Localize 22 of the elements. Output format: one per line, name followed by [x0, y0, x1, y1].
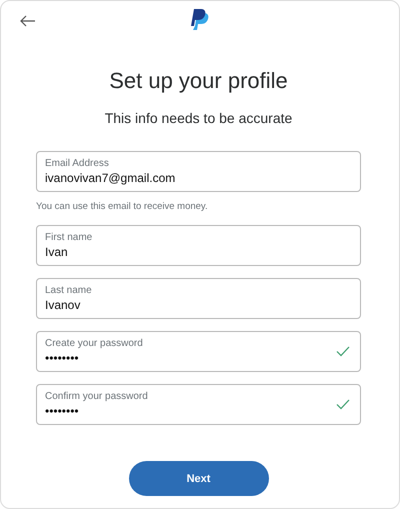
input-field[interactable]: Create your password •••••••• [36, 331, 361, 372]
input-field[interactable]: First name Ivan [36, 225, 361, 266]
page-title: Set up your profile [108, 67, 289, 95]
check-icon [336, 346, 350, 357]
helper-text: You can use this email to receive money. [36, 201, 209, 212]
field-label: Last name [45, 284, 93, 297]
next-button[interactable]: Next [128, 461, 268, 496]
field-label: Create your password [45, 337, 144, 350]
field-label: Email Address [45, 157, 110, 170]
input-field[interactable]: Confirm your password •••••••• [36, 384, 361, 425]
field-label: First name [45, 231, 94, 244]
input-field[interactable]: Email Address ivanovivan7@gmail.com [36, 151, 361, 192]
field-label: Confirm your password [45, 390, 149, 403]
check-icon [336, 399, 350, 410]
field-value: •••••••• [45, 350, 80, 366]
field-value: Ivan [45, 244, 69, 260]
input-field[interactable]: Last name Ivanov [36, 278, 361, 319]
back-arrow-icon[interactable] [20, 15, 36, 27]
field-value: •••••••• [45, 403, 80, 419]
field-value: ivanovivan7@gmail.com [45, 170, 176, 186]
subtitle: This info needs to be accurate [104, 109, 294, 128]
field-value: Ivanov [45, 297, 82, 313]
